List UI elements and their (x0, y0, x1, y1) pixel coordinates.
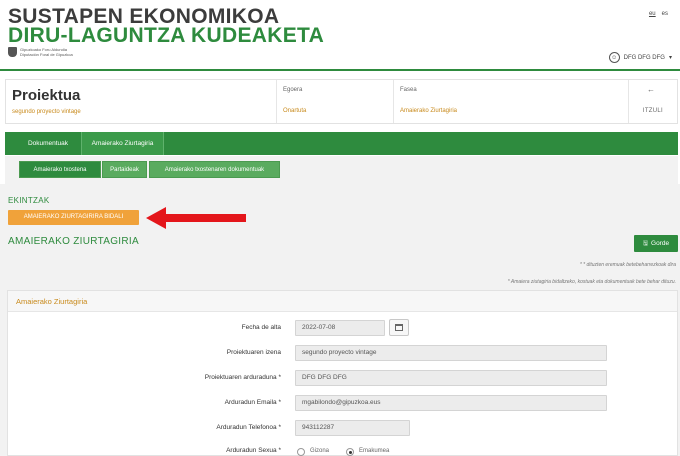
app-title-line2: DIRU-LAGUNTZA KUDEAKETA (8, 24, 325, 47)
user-menu[interactable]: ☺ DFG DFG DFG ▾ (608, 52, 672, 63)
coat-of-arms-icon (8, 47, 17, 57)
save-icon: 🖫 (642, 240, 649, 247)
user-name: DFG DFG DFG (623, 54, 665, 61)
subtab-partaideak[interactable]: Partaideak (102, 161, 147, 178)
start-date-field[interactable]: 2022-07-08 (295, 320, 385, 336)
calendar-icon (395, 324, 403, 331)
project-name-label: Proiektuaren izena (226, 349, 281, 356)
tab-amaierako-ziurtagiria[interactable]: Amaierako Ziurtagiria (81, 132, 164, 155)
lang-eu-link[interactable]: eu (649, 11, 656, 17)
phase-value: Amaierako Ziurtagiria (400, 108, 458, 114)
radio-gizona-label: Gizona (310, 448, 330, 454)
panel-title: Amaierako Ziurtagiria (16, 297, 88, 306)
sub-tabs: Amaierako txostena Partaideak Amaierako … (5, 156, 678, 184)
page-title: Proiektua (12, 87, 81, 104)
app-header: SUSTAPEN EKONOMIKOA DIRU-LAGUNTZA KUDEAK… (0, 0, 680, 70)
header-divider (0, 69, 680, 71)
save-button[interactable]: 🖫 Gorde (634, 235, 678, 252)
language-switcher: eu es (649, 11, 668, 17)
radio-emakumea-label: Emakumea (359, 448, 390, 454)
radio-emakumea[interactable] (346, 448, 354, 456)
subtab-amaierako-txostena[interactable]: Amaierako txostena (19, 161, 101, 178)
state-value: Onartuta (283, 108, 307, 114)
lang-es-link[interactable]: es (662, 11, 668, 17)
section-title: AMAIERAKO ZIURTAGIRIA (8, 236, 139, 247)
radio-gizona[interactable] (297, 448, 305, 456)
save-label: Gorde (651, 240, 670, 247)
subtab-txosten-dokumentuak[interactable]: Amaierako txostenaren dokumentuak (149, 161, 280, 178)
documents-note: * Amaiera ziutagiria bidaltzeko, kostuak… (507, 279, 676, 285)
gipuzkoa-logo: Gipuzkoako Foru Aldundia Diputación Fora… (8, 47, 73, 57)
manager-sex-label: Arduradun Sexua * (226, 447, 281, 454)
project-info-bar: Proiektua segundo proyecto vintage Egoer… (5, 79, 678, 124)
arrow-left-icon: ← (647, 85, 655, 94)
calendar-button[interactable] (389, 319, 409, 336)
start-date-label: Fecha de alta (241, 324, 281, 331)
actions-heading: EKINTZAK (8, 196, 50, 205)
manager-phone-field[interactable]: 943112287 (295, 420, 410, 436)
project-manager-field[interactable]: DFG DFG DFG (295, 370, 607, 386)
back-label: ITZULI (642, 108, 663, 114)
send-final-certificate-button[interactable]: AMAIERAKO ZIURTAGIRIRA BIDALI (8, 210, 139, 225)
user-icon: ☺ (608, 52, 620, 63)
phase-label: Fasea (400, 87, 417, 93)
manager-phone-label: Arduradun Telefonoa * (216, 424, 281, 431)
tab-dokumentuak[interactable]: Dokumentuak (15, 132, 81, 155)
manager-email-label: Arduradun Emaila * (224, 399, 281, 406)
manager-email-field[interactable]: mgabilondo@gipuzkoa.eus (295, 395, 607, 411)
red-arrow-annotation (146, 207, 246, 229)
main-tabs: Dokumentuak Amaierako Ziurtagiria (5, 132, 678, 155)
project-name-field[interactable]: segundo proyecto vintage (295, 345, 607, 361)
state-label: Egoera (283, 87, 303, 93)
chevron-down-icon: ▾ (668, 55, 672, 61)
project-name: segundo proyecto vintage (12, 109, 81, 115)
project-manager-label: Proiektuaren arduraduna * (204, 374, 281, 381)
logo-text-es: Diputación Foral de Gipuzkoa (20, 52, 73, 57)
required-fields-note: * * dituzten eremuak betebeharrezkoak di… (579, 262, 676, 268)
